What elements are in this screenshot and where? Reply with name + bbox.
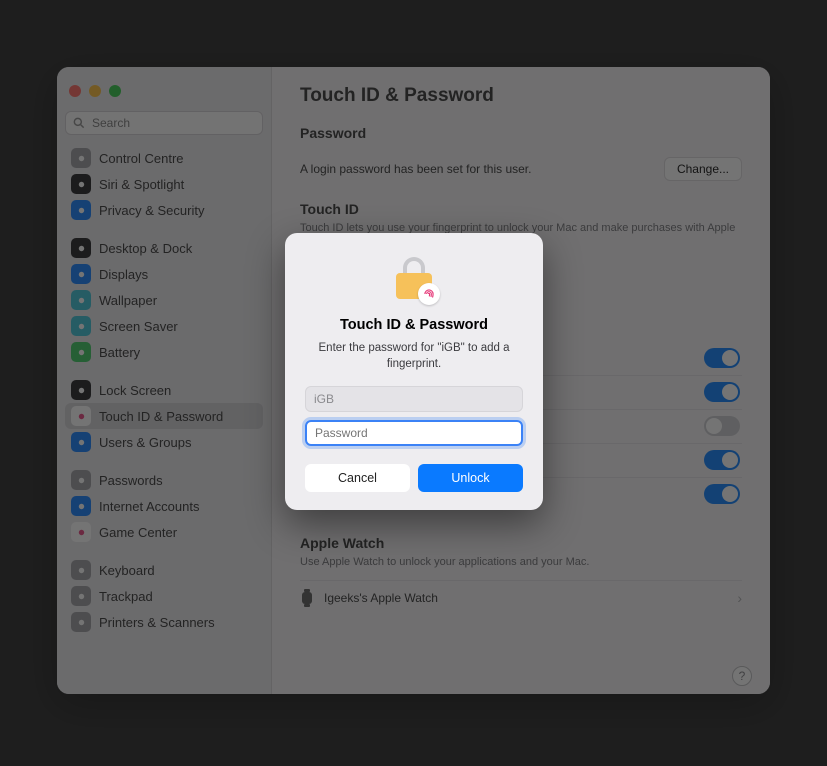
auth-modal: Touch ID & Password Enter the password f…	[285, 233, 543, 510]
modal-message: Enter the password for "iGB" to add a fi…	[305, 341, 523, 372]
modal-title: Touch ID & Password	[305, 317, 523, 333]
modal-password-field[interactable]	[305, 420, 523, 446]
cancel-button[interactable]: Cancel	[305, 464, 410, 492]
fingerprint-badge-icon	[422, 287, 436, 301]
lock-icon	[390, 255, 438, 303]
unlock-button[interactable]: Unlock	[418, 464, 523, 492]
modal-username-field	[305, 386, 523, 412]
